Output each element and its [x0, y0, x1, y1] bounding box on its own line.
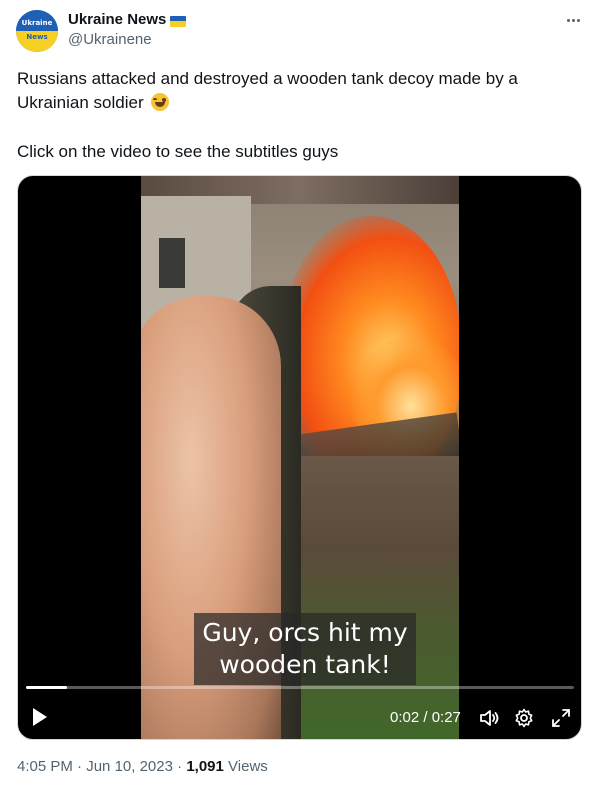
tweet-text-line-1: Russians attacked and destroyed a wooden… [17, 69, 518, 88]
play-icon[interactable] [32, 707, 48, 727]
meta-separator: · [172, 758, 187, 775]
tweet: Ukraine News Ukraine News @Ukrainene Rus… [0, 0, 601, 792]
ukraine-flag-icon [170, 15, 187, 27]
gear-icon[interactable] [513, 707, 535, 729]
video-subtitle: Guy, orcs hit my wooden tank! [194, 613, 416, 685]
author-name-row: Ukraine News [68, 11, 187, 29]
video-time: 0:02 / 0:27 [390, 709, 461, 726]
fullscreen-icon[interactable] [550, 707, 572, 729]
avatar[interactable]: Ukraine News [16, 10, 58, 52]
avatar-text-bottom: News [26, 33, 48, 41]
tweet-text-line-2-text: Ukrainian soldier [17, 93, 144, 112]
more-dots-icon [566, 18, 570, 22]
views-label: Views [228, 758, 268, 775]
tweet-meta: 4:05 PM · Jun 10, 2023 · 1,091 Views [17, 758, 268, 776]
display-name[interactable]: Ukraine News [68, 11, 166, 29]
user-handle[interactable]: @Ukrainene [68, 31, 152, 49]
tweet-time[interactable]: 4:05 PM [17, 758, 73, 775]
meta-separator: · [72, 758, 87, 775]
tweet-text-line-2: Ukrainian soldier [17, 91, 170, 115]
subtitle-line-1: Guy, orcs hit my [202, 618, 408, 647]
tweet-date[interactable]: Jun 10, 2023 [86, 758, 173, 775]
laughing-tears-emoji-icon [151, 93, 170, 111]
volume-icon[interactable] [478, 707, 500, 729]
more-options-button[interactable] [560, 10, 586, 30]
video-progress-fill [26, 686, 67, 689]
tweet-text-line-3: Click on the video to see the subtitles … [17, 142, 339, 161]
avatar-text-top: Ukraine [21, 19, 53, 27]
views-count: 1,091 [186, 758, 224, 775]
video-player[interactable]: Guy, orcs hit my wooden tank! 0:02 / 0:2… [17, 175, 582, 740]
subtitle-line-2: wooden tank! [219, 650, 391, 679]
video-controls: 0:02 / 0:27 [18, 701, 581, 735]
video-progress-bar[interactable] [26, 686, 574, 689]
